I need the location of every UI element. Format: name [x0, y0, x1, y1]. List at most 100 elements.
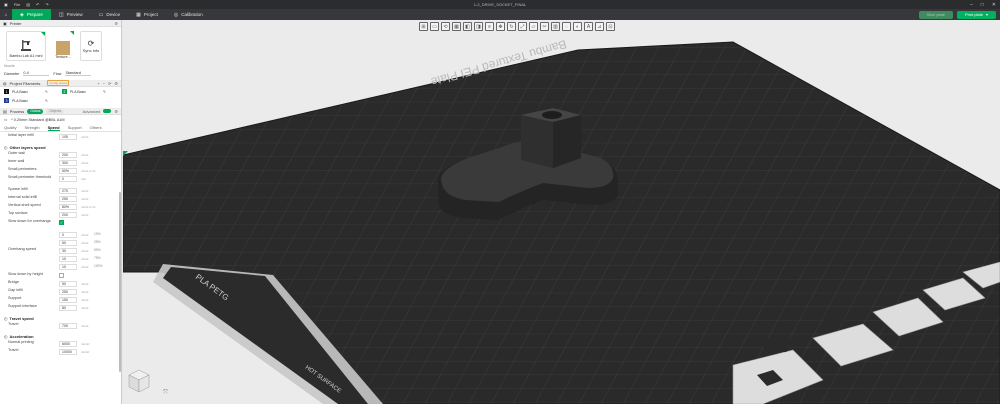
tab-device[interactable]: ▭ Device: [91, 9, 129, 20]
tab-strength[interactable]: Strength: [24, 125, 39, 130]
variable-layer-icon[interactable]: ≡: [485, 22, 494, 31]
filament-select[interactable]: PLA Basic: [12, 99, 42, 103]
home-button[interactable]: ⌂: [0, 9, 12, 20]
edit-icon[interactable]: ✎: [45, 99, 48, 103]
printer-settings-icon[interactable]: ⚙: [114, 21, 118, 26]
setting-input[interactable]: 270: [59, 187, 77, 194]
3d-viewport[interactable]: PLA PETG HOT SURFACE Bambu Textured PEI …: [123, 20, 1000, 404]
setting-input[interactable]: 50%: [59, 167, 77, 174]
tab-label: Prepare: [26, 12, 43, 17]
filament-color-swatch[interactable]: 2: [61, 89, 67, 94]
assembly-icon[interactable]: ⊡: [606, 22, 615, 31]
setting-input[interactable]: 80%: [59, 203, 77, 210]
remove-filament-icon[interactable]: −: [103, 81, 105, 86]
process-preset-select[interactable]: * 0.20mm Standard @BBL A1M: [11, 118, 64, 122]
edit-icon[interactable]: ✎: [45, 90, 48, 94]
slice-plate-button[interactable]: Slice plate: [918, 10, 953, 19]
setting-label: Inner wall: [8, 159, 25, 163]
color-paint-icon[interactable]: ◐: [573, 22, 582, 31]
setting-row: Travel 700 mm/s: [0, 322, 121, 330]
overhang-speed-block: Overhang speed 0 mm/s 10% 50 mm/s 25% 30 mm/s…: [0, 231, 121, 271]
tab-others[interactable]: Others: [90, 125, 102, 130]
lay-on-face-icon[interactable]: ▱: [529, 22, 538, 31]
support-paint-icon[interactable]: ▥: [551, 22, 560, 31]
setting-input[interactable]: 6000: [59, 340, 77, 347]
sync-info-button[interactable]: ⟳ Sync info: [80, 31, 102, 61]
add-object-icon[interactable]: ⊞: [419, 22, 428, 31]
split-parts-icon[interactable]: ◨: [474, 22, 483, 31]
setting-input[interactable]: 30: [59, 247, 77, 254]
close-icon[interactable]: ✕: [992, 2, 996, 8]
sync-filament-icon[interactable]: ⟳: [108, 81, 111, 86]
setting-input[interactable]: 700: [59, 322, 77, 329]
filament-select[interactable]: PLA Basic: [12, 90, 42, 94]
measure-icon[interactable]: ⊿: [595, 22, 604, 31]
print-plate-button[interactable]: Print plate ▾: [956, 10, 996, 19]
setting-label: Initial layer infill: [8, 133, 34, 137]
arrange-icon[interactable]: ▦: [452, 22, 461, 31]
config-issues-badge[interactable]: Config issues: [47, 80, 70, 86]
setting-unit: mm/s²: [81, 350, 90, 354]
setting-input[interactable]: 50: [59, 280, 77, 287]
setting-row: Slow down for overhangs ✓: [0, 219, 121, 231]
setting-input[interactable]: 150: [59, 296, 77, 303]
seam-paint-icon[interactable]: ◌: [562, 22, 571, 31]
add-plate-icon[interactable]: ▭: [430, 22, 439, 31]
tab-speed[interactable]: Speed: [47, 125, 60, 131]
setting-input[interactable]: 250: [59, 195, 77, 202]
diameter-select[interactable]: 0.4: [23, 71, 50, 76]
tab-label: Project: [143, 12, 158, 17]
split-objects-icon[interactable]: ◧: [463, 22, 472, 31]
setting-input[interactable]: 0: [59, 231, 77, 238]
cut-icon[interactable]: ✂: [540, 22, 549, 31]
objects-toggle[interactable]: Objects: [46, 108, 65, 114]
orient-icon[interactable]: ⟲: [441, 22, 450, 31]
move-icon[interactable]: ✥: [496, 22, 505, 31]
scale-icon[interactable]: ⤢: [518, 22, 527, 31]
advanced-switch[interactable]: [103, 108, 112, 113]
tab-support[interactable]: Support: [68, 125, 82, 130]
build-plate-scene[interactable]: PLA PETG HOT SURFACE Bambu Textured PEI …: [123, 20, 1000, 404]
tab-calibration[interactable]: ◎ Calibration: [166, 9, 211, 20]
flow-select[interactable]: Standard: [65, 71, 92, 76]
setting-input[interactable]: 10: [59, 263, 77, 270]
setting-input[interactable]: 200: [59, 151, 77, 158]
sidebar-scrollbar[interactable]: [119, 192, 121, 372]
add-filament-icon[interactable]: +: [97, 81, 99, 86]
tab-prepare[interactable]: ◈ Prepare: [12, 9, 51, 20]
filament-color-swatch[interactable]: 3: [4, 98, 9, 103]
setting-input[interactable]: 10000: [59, 348, 77, 355]
setting-input[interactable]: 10: [59, 255, 77, 262]
filament-color-swatch[interactable]: 1: [4, 89, 9, 94]
tab-quality[interactable]: Quality: [4, 125, 16, 130]
setting-input[interactable]: 300: [59, 159, 77, 166]
setting-input[interactable]: 200: [59, 211, 77, 218]
setting-input[interactable]: 80: [59, 304, 77, 311]
zoom-to-fit-icon[interactable]: ⤧: [163, 390, 168, 397]
edit-icon[interactable]: ✎: [103, 90, 106, 94]
slow-overhang-checkbox[interactable]: ✓: [59, 220, 64, 225]
setting-label: Slow down by height: [8, 272, 43, 276]
setting-input[interactable]: 105: [59, 133, 77, 140]
setting-input[interactable]: 0: [59, 175, 77, 182]
setting-input[interactable]: 50: [59, 239, 77, 246]
maximize-icon[interactable]: □: [981, 2, 984, 8]
rotate-icon[interactable]: ↻: [507, 22, 516, 31]
filament-select[interactable]: PLA Basic: [70, 90, 100, 94]
global-toggle[interactable]: Global: [27, 108, 44, 114]
setting-unit: mm/s: [81, 257, 89, 261]
setting-row: Small perimeter threshold 0 mm: [0, 175, 121, 187]
filament-settings-icon[interactable]: ⚙: [114, 81, 118, 86]
minimize-icon[interactable]: –: [970, 2, 973, 8]
text-icon[interactable]: A: [584, 22, 593, 31]
view-cube[interactable]: [127, 368, 151, 396]
tab-preview[interactable]: ◫ Preview: [51, 9, 91, 20]
plate-select[interactable]: Texture...: [52, 31, 74, 61]
diameter-label: Diameter: [4, 71, 20, 76]
slow-height-checkbox[interactable]: [59, 273, 64, 278]
setting-input[interactable]: 250: [59, 288, 77, 295]
tab-project[interactable]: ▦ Project: [128, 9, 166, 20]
setting-unit: mm/s: [81, 324, 89, 328]
printer-select[interactable]: Bambu Lab A1 mini: [6, 31, 46, 61]
process-settings-icon[interactable]: ⚙: [114, 109, 118, 114]
